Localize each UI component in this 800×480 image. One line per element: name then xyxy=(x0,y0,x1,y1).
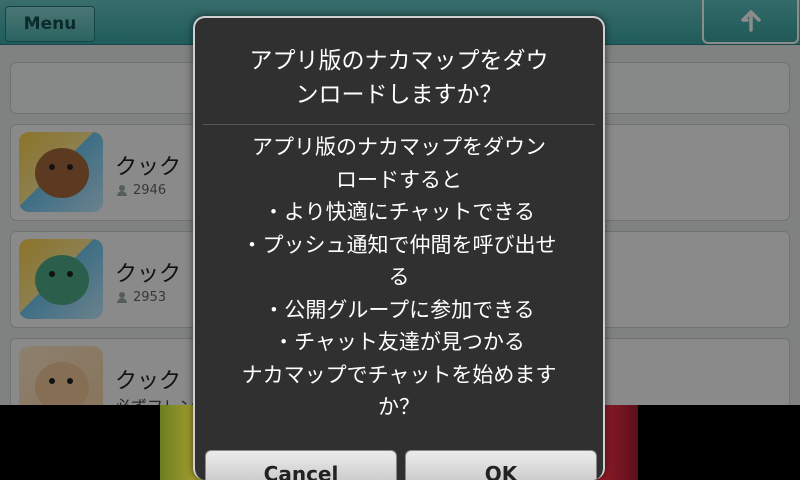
dialog-title: アプリ版のナカマップをダウ ンロードしますか？ xyxy=(249,48,549,108)
download-dialog: アプリ版のナカマップをダウ ンロードしますか？ アプリ版のナカマップをダウン ロ… xyxy=(193,16,605,480)
ok-button[interactable]: OK xyxy=(405,450,597,480)
dialog-buttons: Cancel OK xyxy=(195,450,603,480)
cancel-button[interactable]: Cancel xyxy=(205,450,397,480)
dialog-message: アプリ版のナカマップをダウン ロードすると ・より快適にチャットできる ・プッシ… xyxy=(241,135,557,419)
